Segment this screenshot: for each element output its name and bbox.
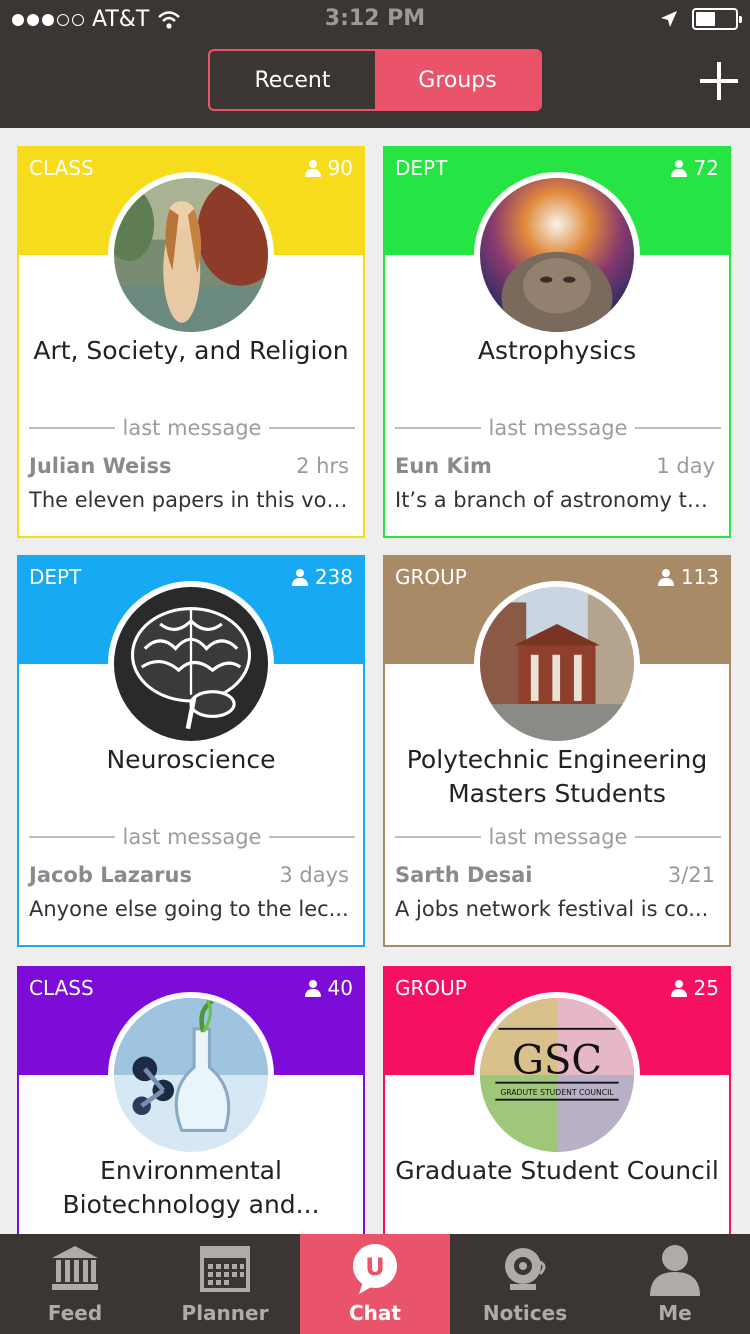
last-message-time: 2 hrs (296, 454, 349, 478)
last-message-time: 3 days (279, 863, 349, 887)
member-count-value: 113 (680, 565, 719, 589)
last-message-preview: Anyone else going to the lec... (29, 897, 349, 921)
member-count: 90 (304, 156, 353, 180)
member-count-value: 90 (327, 156, 353, 180)
add-icon[interactable] (700, 62, 738, 100)
nav-header: AT&T 3:12 PM Recent Groups (0, 0, 750, 128)
tab-label: Chat (349, 1301, 401, 1325)
last-message-sender: Jacob Lazarus (29, 863, 192, 887)
divider-label: last message (488, 416, 628, 440)
group-title: Graduate Student Council (395, 1156, 719, 1185)
member-icon (304, 159, 322, 177)
last-message-preview: The eleven papers in this vol... (29, 488, 349, 512)
tab-groups[interactable]: Groups (375, 51, 540, 109)
member-count-value: 25 (693, 976, 719, 1000)
card-type-label: DEPT (395, 156, 448, 180)
last-message-preview: A jobs network festival is co... (395, 897, 709, 921)
person-icon (650, 1245, 700, 1296)
bank-icon (52, 1246, 98, 1290)
calendar-icon (200, 1246, 250, 1292)
member-icon (670, 159, 688, 177)
group-card[interactable]: CLASS 90 Art, Society, and Religion last… (17, 146, 365, 538)
tab-bar: Feed Planner U Chat Notices Me (0, 1234, 750, 1334)
status-bar: AT&T 3:12 PM (0, 0, 750, 40)
divider-label: last message (488, 825, 628, 849)
tab-label: Planner (181, 1301, 269, 1325)
group-card[interactable]: DEPT 72 Astrophysics last message Eun Ki… (383, 146, 731, 538)
tab-recent[interactable]: Recent (210, 51, 375, 109)
group-avatar: GSC GRADUTE STUDENT COUNCIL (474, 992, 640, 1158)
group-title: Environmental Biotechnology and... (62, 1156, 320, 1219)
tab-feed[interactable]: Feed (0, 1234, 150, 1334)
last-message-sender: Eun Kim (395, 454, 492, 478)
member-count: 25 (670, 976, 719, 1000)
card-type-label: GROUP (395, 976, 467, 1000)
member-count: 113 (657, 565, 719, 589)
tab-me[interactable]: Me (600, 1234, 750, 1334)
group-title: Art, Society, and Religion (33, 336, 349, 365)
status-right (660, 8, 742, 30)
group-title: Neuroscience (106, 745, 276, 774)
gsc-logo-abbr: GSC (512, 1037, 602, 1083)
alarm-bell-icon (505, 1248, 546, 1290)
group-avatar (108, 581, 274, 747)
group-avatar (474, 172, 640, 338)
member-icon (657, 568, 675, 586)
divider-label: last message (122, 416, 262, 440)
tab-label: Feed (47, 1301, 103, 1325)
group-avatar (108, 992, 274, 1158)
member-count-value: 72 (693, 156, 719, 180)
member-count-value: 238 (314, 565, 353, 589)
group-card[interactable]: GROUP 113 Polytechnic Engineering Master… (383, 555, 731, 947)
chat-bubble-icon: U (353, 1244, 397, 1294)
member-icon (670, 979, 688, 997)
last-message-preview: It’s a branch of astronomy th... (395, 488, 715, 512)
tab-planner[interactable]: Planner (150, 1234, 300, 1334)
tab-chat[interactable]: U Chat (300, 1234, 450, 1334)
group-avatar (474, 581, 640, 747)
member-count: 72 (670, 156, 719, 180)
chat-badge-letter: U (365, 1253, 385, 1281)
card-type-label: CLASS (29, 976, 94, 1000)
member-icon (304, 979, 322, 997)
battery-icon (692, 8, 742, 30)
last-message-divider: last message (395, 825, 721, 849)
tab-notices[interactable]: Notices (450, 1234, 600, 1334)
member-count: 40 (304, 976, 353, 1000)
card-type-label: GROUP (395, 565, 467, 589)
last-message-sender: Sarth Desai (395, 863, 533, 887)
group-title: Astrophysics (477, 336, 637, 365)
member-count-value: 40 (327, 976, 353, 1000)
status-time: 3:12 PM (324, 6, 426, 31)
divider-label: last message (122, 825, 262, 849)
tab-label: Me (658, 1301, 692, 1325)
member-icon (291, 568, 309, 586)
gsc-logo-full: GRADUTE STUDENT COUNCIL (500, 1088, 614, 1097)
last-message-divider: last message (29, 416, 355, 440)
last-message-time: 3/21 (667, 863, 715, 887)
segmented-control: Recent Groups (208, 49, 542, 111)
last-message-time: 1 day (656, 454, 715, 478)
group-card[interactable]: DEPT 238 Neuroscience last message Jacob… (17, 555, 365, 947)
member-count: 238 (291, 565, 353, 589)
group-title: Polytechnic Engineering Masters Students (406, 745, 708, 808)
group-avatar (108, 172, 274, 338)
last-message-divider: last message (29, 825, 355, 849)
last-message-divider: last message (395, 416, 721, 440)
location-arrow-icon (661, 11, 677, 27)
tab-label: Notices (482, 1301, 568, 1325)
card-type-label: DEPT (29, 565, 82, 589)
card-type-label: CLASS (29, 156, 94, 180)
last-message-sender: Julian Weiss (29, 454, 172, 478)
